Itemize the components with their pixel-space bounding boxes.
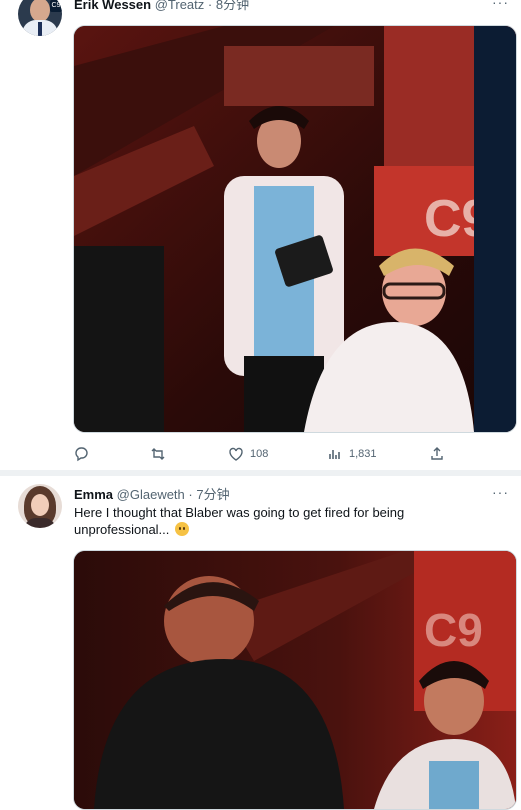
views-count: 1,831 xyxy=(349,448,377,460)
avatar[interactable]: C9 xyxy=(18,0,62,36)
reply-button[interactable] xyxy=(73,444,89,464)
retweet-icon xyxy=(151,448,165,460)
retweet-button[interactable] xyxy=(150,444,166,464)
tweet-text-content: Here I thought that Blaber was going to … xyxy=(74,505,405,537)
tweet-header: Erik Wessen @Treatz · 8分钟 xyxy=(74,0,249,13)
media-scene: C9 xyxy=(74,26,516,432)
tweet-header: Emma @Glaeweth · 7分钟 xyxy=(74,484,230,503)
tweet-media-image[interactable]: C9 xyxy=(73,550,517,810)
views-button[interactable]: 1,831 xyxy=(327,444,377,464)
share-icon xyxy=(431,447,443,460)
analytics-icon xyxy=(329,450,340,459)
flushed-face-emoji-icon xyxy=(175,522,190,536)
author-name[interactable]: Erik Wessen xyxy=(74,0,151,12)
like-count: 108 xyxy=(250,448,269,460)
separator-dot: · xyxy=(207,0,213,12)
tweet-erik-wessen[interactable]: C9 Erik Wessen @Treatz · 8分钟 ··· C9 108 … xyxy=(0,0,521,470)
cloud9-badge-icon: C9 xyxy=(50,0,62,12)
tweet-emma[interactable]: Emma @Glaeweth · 7分钟 ··· Here I thought … xyxy=(0,476,521,810)
svg-text:C9: C9 xyxy=(424,604,483,656)
timestamp[interactable]: 8分钟 xyxy=(216,0,249,12)
tweet-media-image[interactable]: C9 xyxy=(73,25,517,433)
share-button[interactable] xyxy=(429,444,445,464)
reply-icon xyxy=(75,447,88,462)
more-options-icon[interactable]: ··· xyxy=(492,0,509,10)
heart-icon xyxy=(229,447,243,461)
author-name[interactable]: Emma xyxy=(74,487,113,502)
avatar-face xyxy=(31,494,49,516)
more-options-icon[interactable]: ··· xyxy=(492,484,509,500)
avatar-face xyxy=(30,0,50,22)
author-handle[interactable]: @Treatz xyxy=(155,0,205,12)
tweet-text: Here I thought that Blaber was going to … xyxy=(74,504,494,538)
author-handle[interactable]: @Glaeweth xyxy=(117,487,185,502)
tweet-actions: 108 1,831 xyxy=(73,444,473,464)
avatar-tie xyxy=(38,22,42,36)
avatar[interactable] xyxy=(18,484,62,528)
avatar-shirt xyxy=(24,518,56,528)
separator-dot: · xyxy=(188,487,193,502)
timestamp[interactable]: 7分钟 xyxy=(196,487,229,502)
media-scene: C9 xyxy=(74,551,516,809)
like-button[interactable]: 108 xyxy=(228,444,268,464)
